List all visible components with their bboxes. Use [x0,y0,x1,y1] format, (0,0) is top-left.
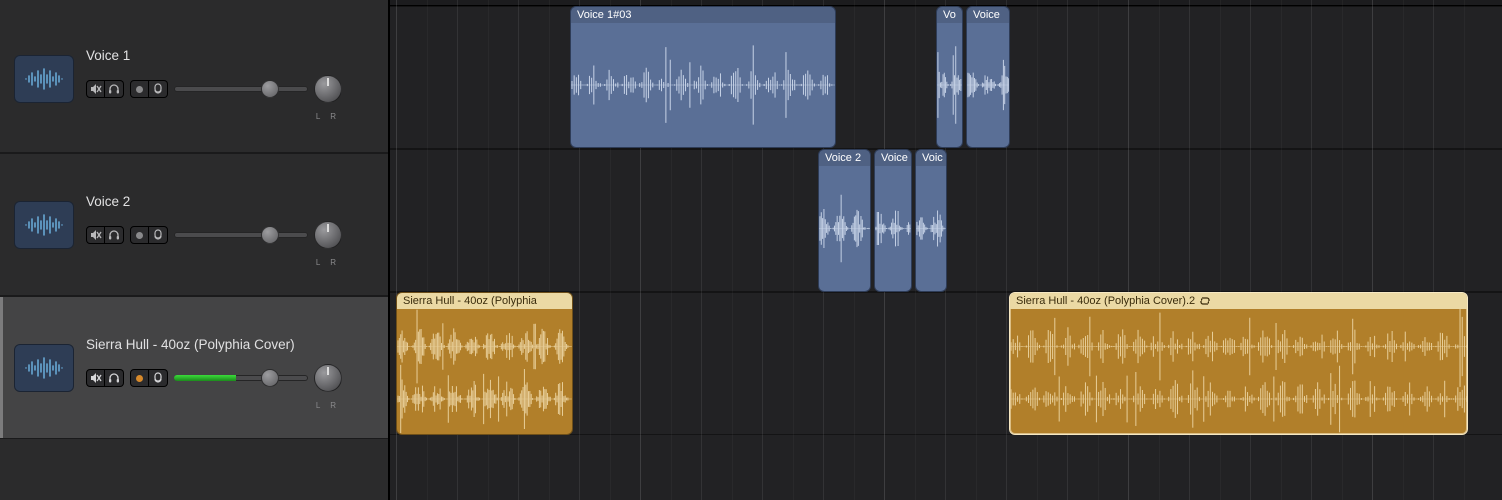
headphones-icon [108,372,120,384]
waveform-icon [24,213,64,237]
record-dot-icon [136,86,143,93]
loop-icon [1199,296,1211,306]
region-label: Sierra Hull - 40oz (Polyphia [403,293,537,309]
mute-button[interactable] [86,369,105,387]
region-header[interactable]: Voice 2 [819,150,870,166]
record-dot-icon [136,232,143,239]
audio-region[interactable]: Voic [915,149,947,292]
volume-slider[interactable] [174,373,308,383]
record-enable-button[interactable] [130,80,149,98]
pan-lr-label: L R [310,112,346,121]
region-waveform [571,23,835,147]
track-type-audio-icon [14,55,74,103]
audio-region[interactable]: Voice [874,149,912,292]
input-icon [152,372,164,384]
track-controls: Voice 1 [86,48,378,109]
region-header[interactable]: Voice [967,7,1009,23]
region-label: Vo [943,7,956,23]
track-header-3[interactable]: Sierra Hull - 40oz (Polyphia Cover) [0,296,388,439]
pan-lr-label: L R [310,401,346,410]
record-input-group [130,80,168,98]
daw-arrange-view: Voice 1 [0,0,1502,500]
volume-slider[interactable] [174,230,308,240]
region-header[interactable]: Sierra Hull - 40oz (Polyphia [397,293,572,309]
region-waveform [397,309,572,434]
record-enable-button[interactable] [130,226,149,244]
track-name-label[interactable]: Voice 1 [86,48,378,63]
region-waveform [937,23,962,147]
headphones-icon [108,83,120,95]
track-name-label[interactable]: Voice 2 [86,194,378,209]
pan-knob[interactable] [314,221,342,249]
audio-region[interactable]: Voice 2 [818,149,871,292]
mute-button[interactable] [86,80,105,98]
region-header[interactable]: Voic [916,150,946,166]
region-header[interactable]: Voice 1#03 [571,7,835,23]
input-monitor-button[interactable] [149,226,168,244]
audio-region[interactable]: Vo [936,6,963,148]
audio-region[interactable]: Voice 1#03 [570,6,836,148]
region-label: Voic [922,150,943,166]
mute-icon [90,83,102,95]
region-header[interactable]: Sierra Hull - 40oz (Polyphia Cover).2 [1010,293,1467,309]
mute-button[interactable] [86,226,105,244]
waveform-icon [24,356,64,380]
region-label: Voice [881,150,908,166]
mute-icon [90,229,102,241]
region-header[interactable]: Voice [875,150,911,166]
solo-button[interactable] [105,80,124,98]
track-controls: Voice 2 [86,194,378,255]
slider-thumb[interactable] [261,369,279,387]
track-type-audio-icon [14,344,74,392]
audio-region[interactable]: Voice [966,6,1010,148]
arrangement-timeline[interactable]: Voice 1#03 Vo Voice Voice 2 Voice Voic Sierra … [390,0,1502,500]
mute-icon [90,372,102,384]
region-waveform [875,166,911,291]
volume-slider[interactable] [174,84,308,94]
solo-button[interactable] [105,226,124,244]
input-monitor-button[interactable] [149,369,168,387]
region-waveform [967,23,1009,147]
region-label: Voice 2 [825,150,861,166]
input-icon [152,83,164,95]
headphones-icon [108,229,120,241]
region-header[interactable]: Vo [937,7,962,23]
waveform-icon [24,67,64,91]
track-controls: Sierra Hull - 40oz (Polyphia Cover) [86,337,378,398]
audio-region[interactable]: Sierra Hull - 40oz (Polyphia Cover).2 [1009,292,1468,435]
track-header-1[interactable]: Voice 1 [0,5,388,153]
slider-track [174,86,308,92]
slider-thumb[interactable] [261,226,279,244]
track-name-label[interactable]: Sierra Hull - 40oz (Polyphia Cover) [86,337,378,352]
region-waveform [819,166,870,291]
region-label: Voice 1#03 [577,7,631,23]
input-monitor-button[interactable] [149,80,168,98]
audio-region[interactable]: Sierra Hull - 40oz (Polyphia [396,292,573,435]
region-label: Sierra Hull - 40oz (Polyphia Cover).2 [1016,293,1195,309]
record-enable-button[interactable] [130,369,149,387]
pan-lr-label: L R [310,258,346,267]
track-header-2[interactable]: Voice 2 [0,153,388,296]
mute-solo-group [86,80,124,98]
input-icon [152,229,164,241]
track-header-panel: Voice 1 [0,0,390,500]
region-label: Voice [973,7,1000,23]
solo-button[interactable] [105,369,124,387]
track-type-audio-icon [14,201,74,249]
region-waveform [916,166,946,291]
pan-knob[interactable] [314,75,342,103]
record-dot-icon [136,375,143,382]
slider-thumb[interactable] [261,80,279,98]
pan-knob[interactable] [314,364,342,392]
region-waveform [1010,309,1467,434]
